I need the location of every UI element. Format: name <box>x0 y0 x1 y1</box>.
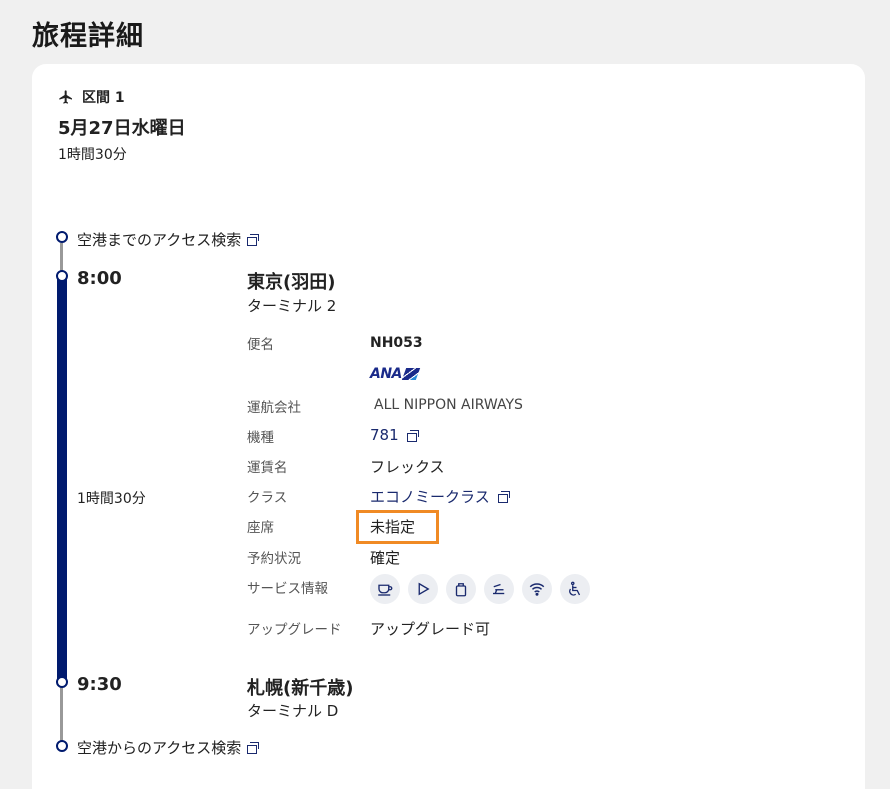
timeline-flight-bar <box>57 274 67 686</box>
class-value: エコノミークラス <box>370 488 490 506</box>
flight-no-label: 便名 <box>247 337 274 353</box>
timeline-dot-access-to <box>56 231 68 243</box>
itinerary-card <box>32 64 865 789</box>
class-link[interactable]: エコノミークラス <box>370 486 510 507</box>
seat-recline-icon <box>484 574 514 604</box>
segment-date: 5月27日水曜日 <box>58 118 186 139</box>
service-icons <box>370 574 590 604</box>
timeline-dot-arrival <box>56 676 68 688</box>
aircraft-label: 機種 <box>247 430 274 446</box>
bag-icon <box>446 574 476 604</box>
timeline-connector-bottom <box>60 686 63 744</box>
external-link-icon <box>247 234 260 246</box>
segment-duration: 1時間30分 <box>58 147 127 163</box>
departure-airport: 東京(羽田) <box>247 272 336 293</box>
wifi-icon <box>522 574 552 604</box>
service-label: サービス情報 <box>247 581 328 597</box>
access-to-airport-label: 空港までのアクセス検索 <box>77 231 242 249</box>
carrier-label: 運航会社 <box>247 400 301 416</box>
arrival-terminal: ターミナル D <box>247 702 339 720</box>
upgrade-value: アップグレード可 <box>370 620 491 638</box>
departure-time: 8:00 <box>77 268 122 289</box>
play-icon <box>408 574 438 604</box>
page-title: 旅程詳細 <box>32 21 144 52</box>
cup-icon <box>370 574 400 604</box>
external-link-icon <box>406 429 419 442</box>
accessibility-icon <box>560 574 590 604</box>
airplane-icon <box>59 90 72 104</box>
departure-terminal: ターミナル 2 <box>247 297 337 315</box>
fare-label: 運賃名 <box>247 460 288 476</box>
upgrade-label: アップグレード <box>247 622 342 638</box>
segment-label: 区間 1 <box>82 90 125 106</box>
ana-logo: ANA <box>370 366 421 382</box>
fare-value: フレックス <box>370 458 445 476</box>
external-link-icon <box>497 491 510 503</box>
access-to-airport-link[interactable]: 空港までのアクセス検索 <box>77 229 260 250</box>
external-link-icon <box>247 742 260 754</box>
class-label: クラス <box>247 490 288 506</box>
carrier-value: ALL NIPPON AIRWAYS <box>374 397 523 413</box>
seat-value[interactable]: 未指定 <box>370 516 415 537</box>
status-label: 予約状況 <box>247 551 301 567</box>
flight-duration: 1時間30分 <box>77 491 146 507</box>
timeline-dot-departure <box>56 270 68 282</box>
arrival-time: 9:30 <box>77 674 122 695</box>
access-from-airport-link[interactable]: 空港からのアクセス検索 <box>77 737 260 758</box>
aircraft-link[interactable]: 781 <box>370 426 419 444</box>
timeline-dot-access-from <box>56 740 68 752</box>
status-value: 確定 <box>370 549 401 567</box>
access-from-airport-label: 空港からのアクセス検索 <box>77 739 242 757</box>
arrival-airport: 札幌(新千歳) <box>247 678 354 699</box>
seat-label: 座席 <box>247 520 274 536</box>
segment-header: 区間 1 <box>58 87 125 107</box>
aircraft-value: 781 <box>370 426 399 444</box>
flight-no-value: NH053 <box>370 335 423 351</box>
